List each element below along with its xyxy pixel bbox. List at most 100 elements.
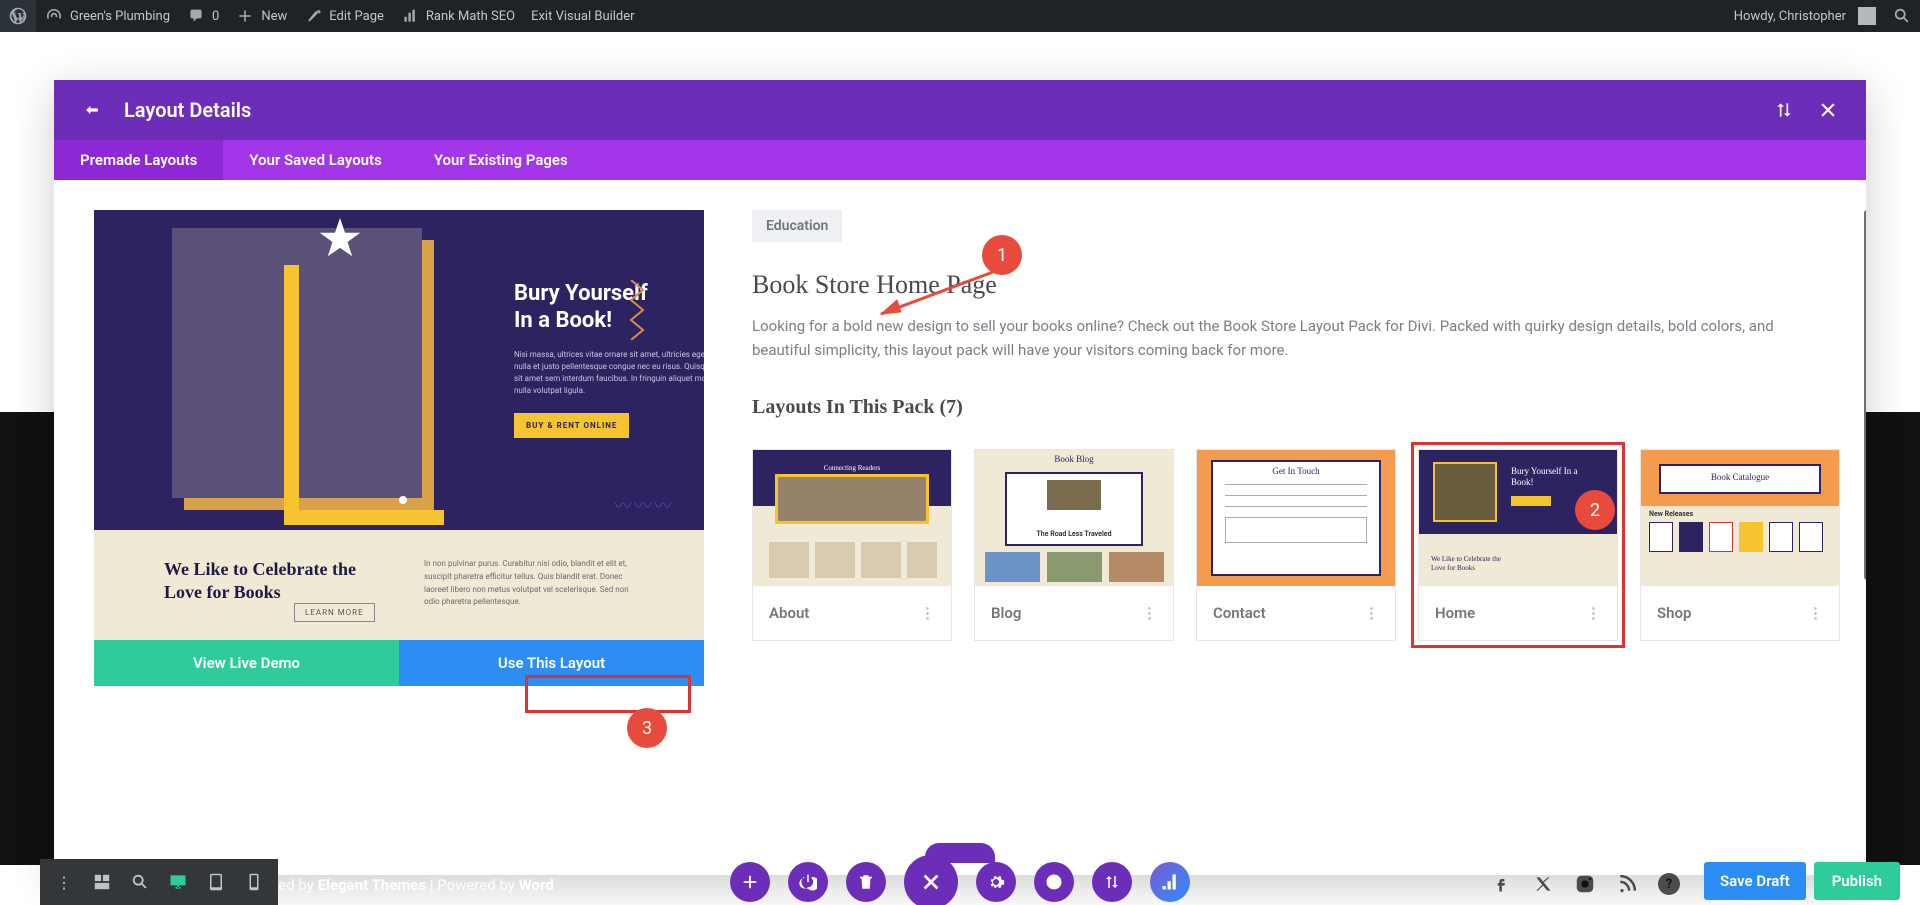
thumb-shop-heading: Book Catalogue <box>1659 464 1821 494</box>
preview-actions: View Live Demo Use This Layout <box>94 640 704 686</box>
wp-logo[interactable] <box>0 0 36 32</box>
card-contact-menu[interactable]: ⋮ <box>1364 604 1379 622</box>
modal-header: Layout Details <box>54 80 1866 140</box>
edit-page-label: Edit Page <box>329 9 384 24</box>
card-contact-label: Contact <box>1213 604 1266 622</box>
pencil-icon <box>303 6 323 26</box>
annotation-3: 3 <box>627 708 667 748</box>
instagram-icon[interactable] <box>1574 873 1596 895</box>
preview-hero-cta: BUY & RENT ONLINE <box>514 413 629 438</box>
grid-mode-button[interactable] <box>84 864 120 900</box>
thumb-blog-heading: Book Blog <box>975 454 1173 464</box>
wp-admin-bar: Green's Plumbing 0 New Edit Page Rank Ma… <box>0 0 1920 32</box>
site-name-link[interactable]: Green's Plumbing <box>36 0 178 32</box>
card-blog[interactable]: Book Blog The Road Less Traveled Blog ⋮ <box>974 449 1174 641</box>
howdy-link[interactable]: Howdy, Christopher <box>1726 0 1884 32</box>
tablet-view-button[interactable] <box>198 864 234 900</box>
sort-builder-button[interactable] <box>1092 862 1132 902</box>
card-about[interactable]: Connecting Readers About⋮ <box>752 449 952 641</box>
preview-hero-p: Nisi massa, ultrices vitae ornare sit am… <box>514 349 704 397</box>
comment-icon <box>186 6 206 26</box>
card-blog-label: Blog <box>991 604 1021 622</box>
comments-count: 0 <box>212 9 219 24</box>
annotation-1: 1 <box>982 235 1022 275</box>
divi-ai-button[interactable] <box>1150 862 1190 902</box>
preview-column: Bury YourselfIn a Book! Nisi massa, ultr… <box>94 210 704 845</box>
view-live-demo-button[interactable]: View Live Demo <box>94 640 399 686</box>
sort-button[interactable] <box>1772 98 1796 122</box>
card-shop-menu[interactable]: ⋮ <box>1808 604 1823 622</box>
bar-chart-icon <box>400 6 420 26</box>
card-blog-menu[interactable]: ⋮ <box>1142 604 1157 622</box>
search-icon <box>1892 6 1912 26</box>
page-settings-button[interactable] <box>976 862 1016 902</box>
card-contact[interactable]: Get In Touch Contact⋮ <box>1196 449 1396 641</box>
preview-hero-h1: Bury Yourself <box>514 281 648 306</box>
save-publish-group: Save Draft Publish <box>1704 862 1900 900</box>
plus-icon <box>235 6 255 26</box>
preview-hero-h2: In a Book! <box>514 308 612 333</box>
tab-saved[interactable]: Your Saved Layouts <box>223 140 408 180</box>
footer-credit: ned by Elegant Themes | Powered by Word <box>270 876 554 894</box>
thumb-home-h: Bury Yourself In a Book! <box>1511 466 1601 488</box>
card-about-menu[interactable]: ⋮ <box>920 604 935 622</box>
modal-tabs: Premade Layouts Your Saved Layouts Your … <box>54 140 1866 180</box>
preview-learn-more: LEARN MORE <box>294 603 375 622</box>
site-name-text: Green's Plumbing <box>70 9 170 24</box>
history-button[interactable] <box>1034 862 1074 902</box>
layout-cards: Connecting Readers About⋮ Book Blog <box>752 449 1840 641</box>
thumb-blog-post: The Road Less Traveled <box>1007 530 1141 538</box>
dashboard-icon <box>44 6 64 26</box>
card-shop-label: Shop <box>1657 604 1691 622</box>
save-draft-button[interactable]: Save Draft <box>1704 862 1806 900</box>
scrollbar[interactable] <box>1864 210 1866 580</box>
rss-icon[interactable] <box>1616 873 1638 895</box>
tab-premade[interactable]: Premade Layouts <box>54 140 223 180</box>
footer-social: ? <box>1490 873 1680 895</box>
howdy-text: Howdy, Christopher <box>1734 9 1846 24</box>
tab-existing[interactable]: Your Existing Pages <box>408 140 594 180</box>
comments-link[interactable]: 0 <box>178 0 227 32</box>
layout-preview: Bury YourselfIn a Book! Nisi massa, ultr… <box>94 210 704 640</box>
layout-modal: Layout Details Premade Layouts Your Save… <box>54 80 1866 875</box>
wireframe-mode-button[interactable]: ⋮ <box>46 864 82 900</box>
card-home-menu[interactable]: ⋮ <box>1586 604 1601 622</box>
card-shop[interactable]: Book Catalogue New Releases <box>1640 449 1840 641</box>
thumb-shop-sub: New Releases <box>1641 506 1839 522</box>
avatar <box>1858 7 1876 25</box>
publish-button[interactable]: Publish <box>1814 862 1900 900</box>
desktop-view-button[interactable] <box>160 864 196 900</box>
use-this-layout-button[interactable]: Use This Layout <box>399 640 704 686</box>
close-button[interactable] <box>1816 98 1840 122</box>
settings-power-button[interactable] <box>788 862 828 902</box>
zigzag-icon <box>629 280 649 340</box>
slider-dot <box>399 496 407 504</box>
help-icon[interactable]: ? <box>1658 873 1680 895</box>
preview-sub-p: In non pulvinar purus. Curabitur nisi od… <box>424 558 634 612</box>
exit-vb-link[interactable]: Exit Visual Builder <box>523 0 642 32</box>
rank-math-link[interactable]: Rank Math SEO <box>392 0 523 32</box>
card-home-label: Home <box>1435 604 1475 622</box>
card-home[interactable]: Bury Yourself In a Book! We Like to Cele… <box>1418 449 1618 641</box>
wordpress-icon <box>8 6 28 26</box>
edit-page-link[interactable]: Edit Page <box>295 0 392 32</box>
builder-bar-notch <box>925 843 995 863</box>
modal-title: Layout Details <box>124 98 251 122</box>
x-icon[interactable] <box>1532 873 1554 895</box>
pack-heading: Layouts In This Pack (7) <box>752 396 1840 419</box>
zoom-button[interactable] <box>122 864 158 900</box>
new-link[interactable]: New <box>227 0 295 32</box>
category-tag[interactable]: Education <box>752 210 842 242</box>
back-button[interactable] <box>80 98 104 122</box>
delete-button[interactable] <box>846 862 886 902</box>
facebook-icon[interactable] <box>1490 873 1512 895</box>
new-label: New <box>261 9 287 24</box>
phone-view-button[interactable] <box>236 864 272 900</box>
add-section-button[interactable] <box>730 862 770 902</box>
annotation-2: 2 <box>1575 490 1615 530</box>
rank-math-label: Rank Math SEO <box>426 9 515 24</box>
thumb-home-sub: We Like to Celebrate the Love for Books <box>1431 555 1511 572</box>
builder-bar: ned by Elegant Themes | Powered by Word … <box>0 859 1920 905</box>
card-about-label: About <box>769 604 809 622</box>
search-toggle[interactable] <box>1884 0 1920 32</box>
